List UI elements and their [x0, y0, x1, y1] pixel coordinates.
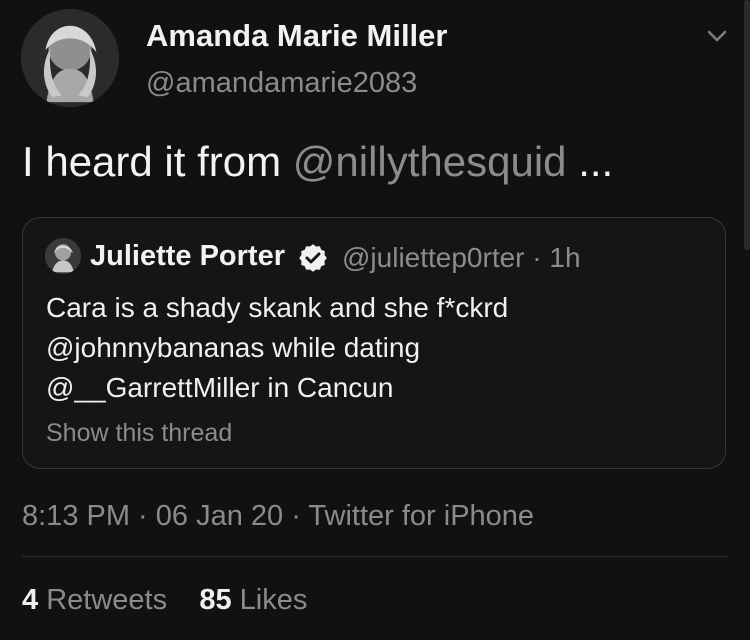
likes-count: 85 [199, 584, 232, 616]
retweets-label: Retweets [46, 584, 168, 616]
tweet-text: I heard it from @nillythesquid ... [22, 138, 613, 186]
tweet-detail-screen: Amanda Marie Miller @amandamarie2083 I h… [0, 0, 750, 640]
mention-link[interactable]: @nillythesquid [293, 138, 567, 185]
quoted-author-handle[interactable]: @juliettep0rter [342, 242, 525, 273]
show-thread-link[interactable]: Show this thread [46, 419, 232, 448]
quoted-tweet-card[interactable]: Juliette Porter @juliettep0rter · 1h Car… [22, 217, 726, 469]
scrollbar[interactable] [744, 0, 750, 250]
quoted-avatar-image-icon [45, 238, 81, 274]
quoted-tweet-body: Cara is a shady skank and she f*ckrd @jo… [46, 292, 509, 403]
quoted-author-name[interactable]: Juliette Porter [90, 240, 285, 273]
tweet-text-suffix: ... [566, 138, 614, 185]
retweets-stat[interactable]: 4 Retweets [22, 584, 167, 616]
author-avatar[interactable] [21, 9, 119, 107]
quoted-author-avatar[interactable] [45, 238, 81, 274]
section-divider [22, 556, 728, 557]
likes-label: Likes [239, 584, 308, 616]
quoted-tweet-meta: @juliettep0rter · 1h [342, 242, 581, 274]
tweet-timestamp: 8:13 PM · 06 Jan 20 · Twitter for iPhone [22, 500, 535, 532]
likes-stat[interactable]: 85 Likes [199, 584, 307, 616]
engagement-stats: 4 Retweets 85 Likes [22, 584, 307, 617]
quoted-time-ago: 1h [549, 242, 581, 273]
verified-badge-icon [299, 244, 327, 272]
author-handle[interactable]: @amandamarie2083 [146, 67, 417, 100]
meta-separator: · [524, 242, 550, 273]
tweet-text-prefix: I heard it from [22, 138, 293, 185]
chevron-down-icon[interactable] [706, 28, 728, 44]
avatar-image-icon [21, 9, 119, 107]
stats-gap [175, 584, 191, 616]
retweets-count: 4 [22, 584, 39, 616]
author-name[interactable]: Amanda Marie Miller [146, 18, 447, 54]
